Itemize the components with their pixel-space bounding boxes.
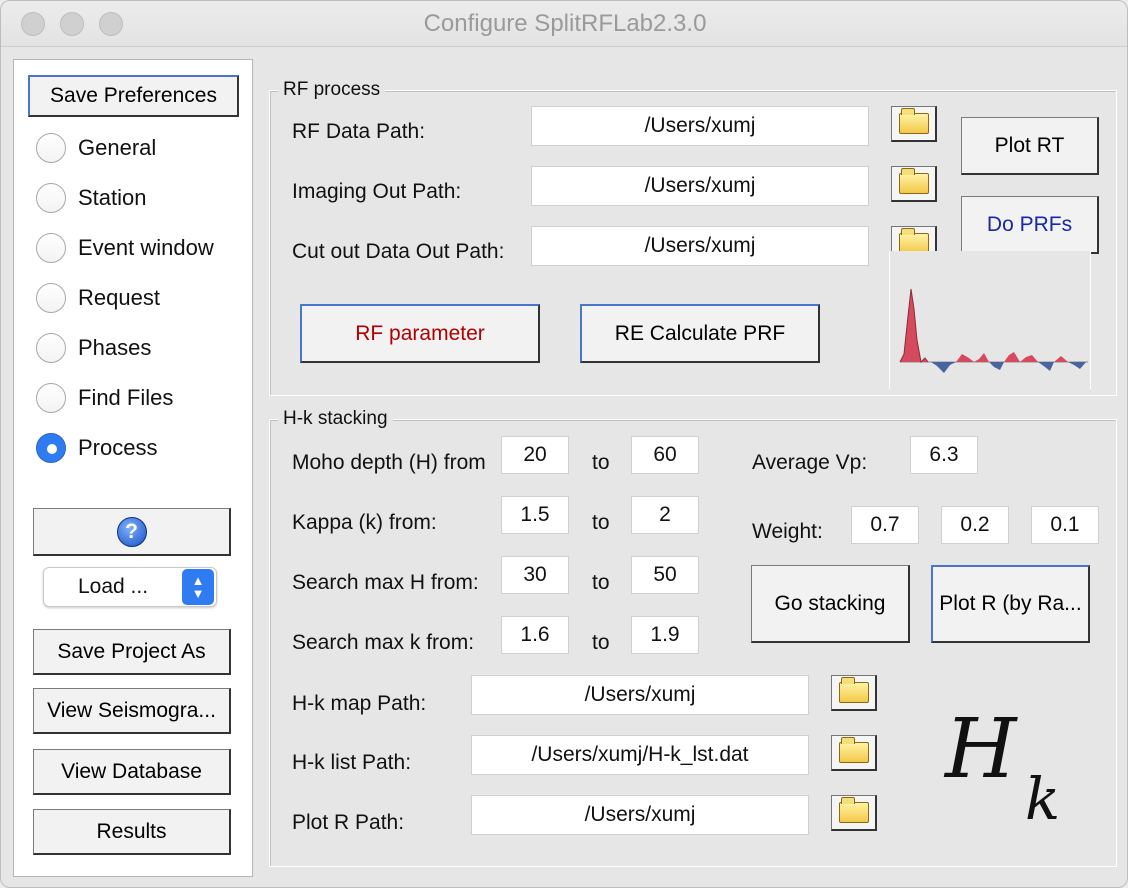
to-label: to: [592, 451, 610, 474]
radio-find-files[interactable]: Find Files: [36, 378, 173, 418]
cut-out-data-path-field[interactable]: /Users/xumj: [531, 226, 869, 266]
hk-map-path-field[interactable]: /Users/xumj: [471, 675, 809, 715]
cut-out-data-path-label: Cut out Data Out Path:: [292, 240, 505, 263]
kappa-from-field[interactable]: 1.5: [501, 496, 569, 534]
radio-button[interactable]: [36, 333, 66, 363]
hk-logo-icon: H k: [943, 702, 1060, 831]
view-seismogram-button[interactable]: View Seismogra...: [33, 688, 231, 734]
title-bar[interactable]: Configure SplitRFLab2.3.0: [1, 1, 1127, 47]
rf-waveform-icon: [899, 288, 1088, 373]
radio-button[interactable]: [36, 183, 66, 213]
folder-icon: [838, 677, 869, 703]
search-max-k-label: Search max k from:: [292, 631, 475, 654]
plot-r-folder-button[interactable]: [831, 795, 877, 831]
load-dropdown-value: Load ...: [77, 575, 149, 598]
moho-depth-from-field[interactable]: 20: [501, 436, 569, 474]
radio-button[interactable]: [36, 283, 66, 313]
question-mark-icon: ?: [116, 516, 147, 547]
hk-map-path-label: H-k map Path:: [292, 692, 427, 715]
hk-logo-h: H: [943, 702, 1018, 797]
radio-label-station: Station: [78, 185, 147, 210]
imaging-out-path-field[interactable]: /Users/xumj: [531, 166, 869, 206]
chevron-updown-icon: ▲ ▼: [182, 569, 214, 605]
folder-icon: [838, 797, 869, 823]
radio-label-find-files: Find Files: [78, 385, 174, 410]
weight-label: Weight:: [752, 520, 823, 543]
radio-event-window[interactable]: Event window: [36, 228, 214, 268]
save-preferences-button[interactable]: Save Preferences: [28, 75, 239, 117]
radio-button[interactable]: [36, 133, 66, 163]
hk-logo-k: k: [1025, 765, 1060, 831]
search-max-k-to-field[interactable]: 1.9: [631, 616, 699, 654]
go-stacking-button[interactable]: Go stacking: [751, 565, 910, 643]
save-project-as-button[interactable]: Save Project As: [33, 629, 231, 675]
radio-label-process: Process: [78, 435, 158, 460]
rf-data-path-label: RF Data Path:: [292, 120, 426, 143]
imaging-out-path-label: Imaging Out Path:: [292, 180, 462, 203]
plot-rt-button[interactable]: Plot RT: [961, 117, 1099, 175]
configure-window: Configure SplitRFLab2.3.0 Save Preferenc…: [0, 0, 1128, 888]
plot-r-button[interactable]: Plot R (by Ra...: [931, 565, 1090, 643]
weight-3-field[interactable]: 0.1: [1031, 506, 1099, 544]
results-button[interactable]: Results: [33, 809, 231, 855]
radio-request[interactable]: Request: [36, 278, 160, 318]
radio-phases[interactable]: Phases: [36, 328, 151, 368]
moho-depth-to-field[interactable]: 60: [631, 436, 699, 474]
rf-parameter-button[interactable]: RF parameter: [300, 304, 540, 363]
plot-r-path-label: Plot R Path:: [292, 811, 405, 834]
radio-label-request: Request: [78, 285, 160, 310]
search-max-h-to-field[interactable]: 50: [631, 556, 699, 594]
radio-button[interactable]: [36, 233, 66, 263]
plot-r-path-field[interactable]: /Users/xumj: [471, 795, 809, 835]
radio-label-event-window: Event window: [78, 235, 214, 260]
search-max-h-label: Search max H from:: [292, 571, 479, 594]
rf-waveform-preview: [889, 251, 1091, 389]
search-max-k-from-field[interactable]: 1.6: [501, 616, 569, 654]
average-vp-label: Average Vp:: [752, 451, 868, 474]
hk-list-folder-button[interactable]: [831, 735, 877, 771]
radio-process[interactable]: Process: [36, 428, 157, 468]
left-navigation-panel: Save Preferences General Station Event w…: [13, 59, 253, 877]
radio-general[interactable]: General: [36, 128, 156, 168]
hk-list-path-label: H-k list Path:: [292, 751, 412, 774]
folder-icon: [838, 737, 869, 763]
rf-data-path-field[interactable]: /Users/xumj: [531, 106, 869, 146]
view-database-button[interactable]: View Database: [33, 749, 231, 795]
search-max-h-from-field[interactable]: 30: [501, 556, 569, 594]
re-calculate-prf-button[interactable]: RE Calculate PRF: [580, 304, 820, 363]
radio-button[interactable]: [36, 383, 66, 413]
average-vp-field[interactable]: 6.3: [910, 436, 978, 474]
kappa-label: Kappa (k) from:: [292, 511, 437, 534]
to-label: to: [592, 511, 610, 534]
weight-2-field[interactable]: 0.2: [941, 506, 1009, 544]
radio-station[interactable]: Station: [36, 178, 147, 218]
window-title: Configure SplitRFLab2.3.0: [423, 10, 707, 37]
folder-icon: [898, 168, 929, 194]
imaging-out-folder-button[interactable]: [891, 166, 937, 202]
rf-process-title: RF process: [278, 79, 386, 101]
radio-label-phases: Phases: [78, 335, 152, 360]
folder-icon: [898, 108, 929, 134]
rf-data-folder-button[interactable]: [891, 106, 937, 142]
to-label: to: [592, 571, 610, 594]
help-button[interactable]: ?: [33, 508, 231, 556]
hk-list-path-field[interactable]: /Users/xumj/H-k_lst.dat: [471, 735, 809, 775]
radio-button-selected[interactable]: [36, 433, 66, 463]
hk-map-folder-button[interactable]: [831, 675, 877, 711]
do-prfs-button[interactable]: Do PRFs: [961, 196, 1099, 254]
load-dropdown[interactable]: Load ... ▲ ▼: [43, 567, 217, 607]
kappa-to-field[interactable]: 2: [631, 496, 699, 534]
radio-label-general: General: [78, 135, 157, 160]
hk-stacking-title: H-k stacking: [278, 408, 393, 430]
weight-1-field[interactable]: 0.7: [851, 506, 919, 544]
to-label: to: [592, 631, 610, 654]
moho-depth-label: Moho depth (H) from: [292, 451, 486, 474]
